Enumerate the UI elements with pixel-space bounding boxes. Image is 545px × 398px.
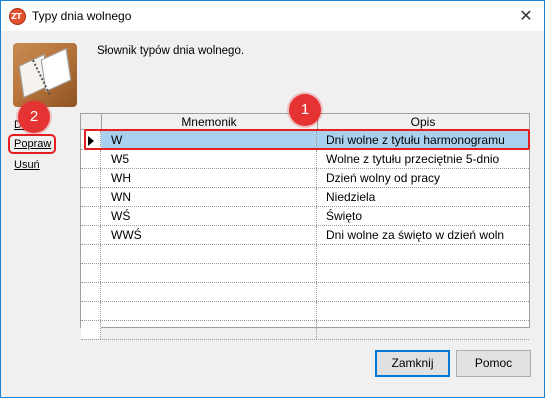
cell-opis[interactable]: Wolne z tytułu przeciętnie 5-dnio bbox=[317, 150, 529, 168]
cell-opis[interactable]: Dzień wolny od pracy bbox=[317, 169, 529, 187]
annotation-badge-1: 1 bbox=[289, 94, 321, 126]
dictionary-book-icon bbox=[13, 43, 77, 107]
empty-table-row[interactable] bbox=[81, 245, 529, 264]
close-button[interactable]: Zamknij bbox=[375, 350, 450, 377]
column-header-mnemonik[interactable]: Mnemonik bbox=[101, 115, 317, 130]
app-icon-text: ZT bbox=[11, 12, 22, 21]
cell-mnemonik[interactable] bbox=[101, 245, 317, 263]
cell-mnemonik[interactable]: W5 bbox=[101, 150, 317, 168]
empty-table-row[interactable] bbox=[81, 302, 529, 321]
cell-mnemonik[interactable] bbox=[101, 283, 317, 301]
cell-opis[interactable] bbox=[317, 302, 529, 320]
row-indicator[interactable] bbox=[81, 245, 101, 263]
empty-table-row[interactable] bbox=[81, 321, 529, 340]
table-row[interactable]: WŚ Święto bbox=[81, 207, 529, 226]
cell-opis[interactable] bbox=[317, 321, 529, 339]
cell-mnemonik[interactable]: WWŚ bbox=[101, 226, 317, 244]
cell-mnemonik[interactable] bbox=[101, 264, 317, 282]
delete-link[interactable]: Usuń bbox=[14, 159, 40, 171]
dialog-window: ZT Typy dnia wolnego ✕ Słownik typów dni… bbox=[0, 0, 545, 398]
help-button[interactable]: Pomoc bbox=[456, 350, 531, 377]
row-indicator[interactable] bbox=[81, 188, 101, 206]
edit-link-highlight bbox=[8, 134, 56, 154]
empty-table-row[interactable] bbox=[81, 264, 529, 283]
cell-opis[interactable] bbox=[317, 245, 529, 263]
row-indicator[interactable] bbox=[81, 283, 101, 301]
row-indicator[interactable] bbox=[81, 150, 101, 168]
row-indicator[interactable] bbox=[81, 302, 101, 320]
row-indicator[interactable] bbox=[81, 264, 101, 282]
close-icon[interactable]: ✕ bbox=[514, 5, 538, 27]
row-indicator[interactable] bbox=[81, 207, 101, 225]
row-indicator[interactable] bbox=[81, 321, 101, 339]
row-indicator[interactable] bbox=[81, 226, 101, 244]
empty-table-row[interactable] bbox=[81, 283, 529, 302]
column-header-opis[interactable]: Opis bbox=[317, 115, 529, 130]
selected-row-highlight bbox=[84, 129, 530, 150]
cell-mnemonik[interactable]: WN bbox=[101, 188, 317, 206]
table-row[interactable]: W5 Wolne z tytułu przeciętnie 5-dnio bbox=[81, 150, 529, 169]
table-row[interactable]: WN Niedziela bbox=[81, 188, 529, 207]
cell-opis[interactable]: Niedziela bbox=[317, 188, 529, 206]
dialog-description: Słownik typów dnia wolnego. bbox=[97, 45, 245, 57]
cell-opis[interactable] bbox=[317, 264, 529, 282]
cell-mnemonik[interactable] bbox=[101, 302, 317, 320]
cell-mnemonik[interactable] bbox=[101, 321, 317, 339]
row-indicator[interactable] bbox=[81, 169, 101, 187]
cell-opis[interactable]: Dni wolne za święto w dzień woln bbox=[317, 226, 529, 244]
table-row[interactable]: WWŚ Dni wolne za święto w dzień woln bbox=[81, 226, 529, 245]
cell-opis[interactable] bbox=[317, 283, 529, 301]
window-title: Typy dnia wolnego bbox=[32, 9, 132, 23]
annotation-badge-2: 2 bbox=[18, 101, 50, 133]
cell-mnemonik[interactable]: WŚ bbox=[101, 207, 317, 225]
app-icon: ZT bbox=[9, 8, 26, 25]
title-bar[interactable]: ZT Typy dnia wolnego ✕ bbox=[1, 1, 544, 31]
table-row[interactable]: WH Dzień wolny od pracy bbox=[81, 169, 529, 188]
cell-opis[interactable]: Święto bbox=[317, 207, 529, 225]
cell-mnemonik[interactable]: WH bbox=[101, 169, 317, 187]
